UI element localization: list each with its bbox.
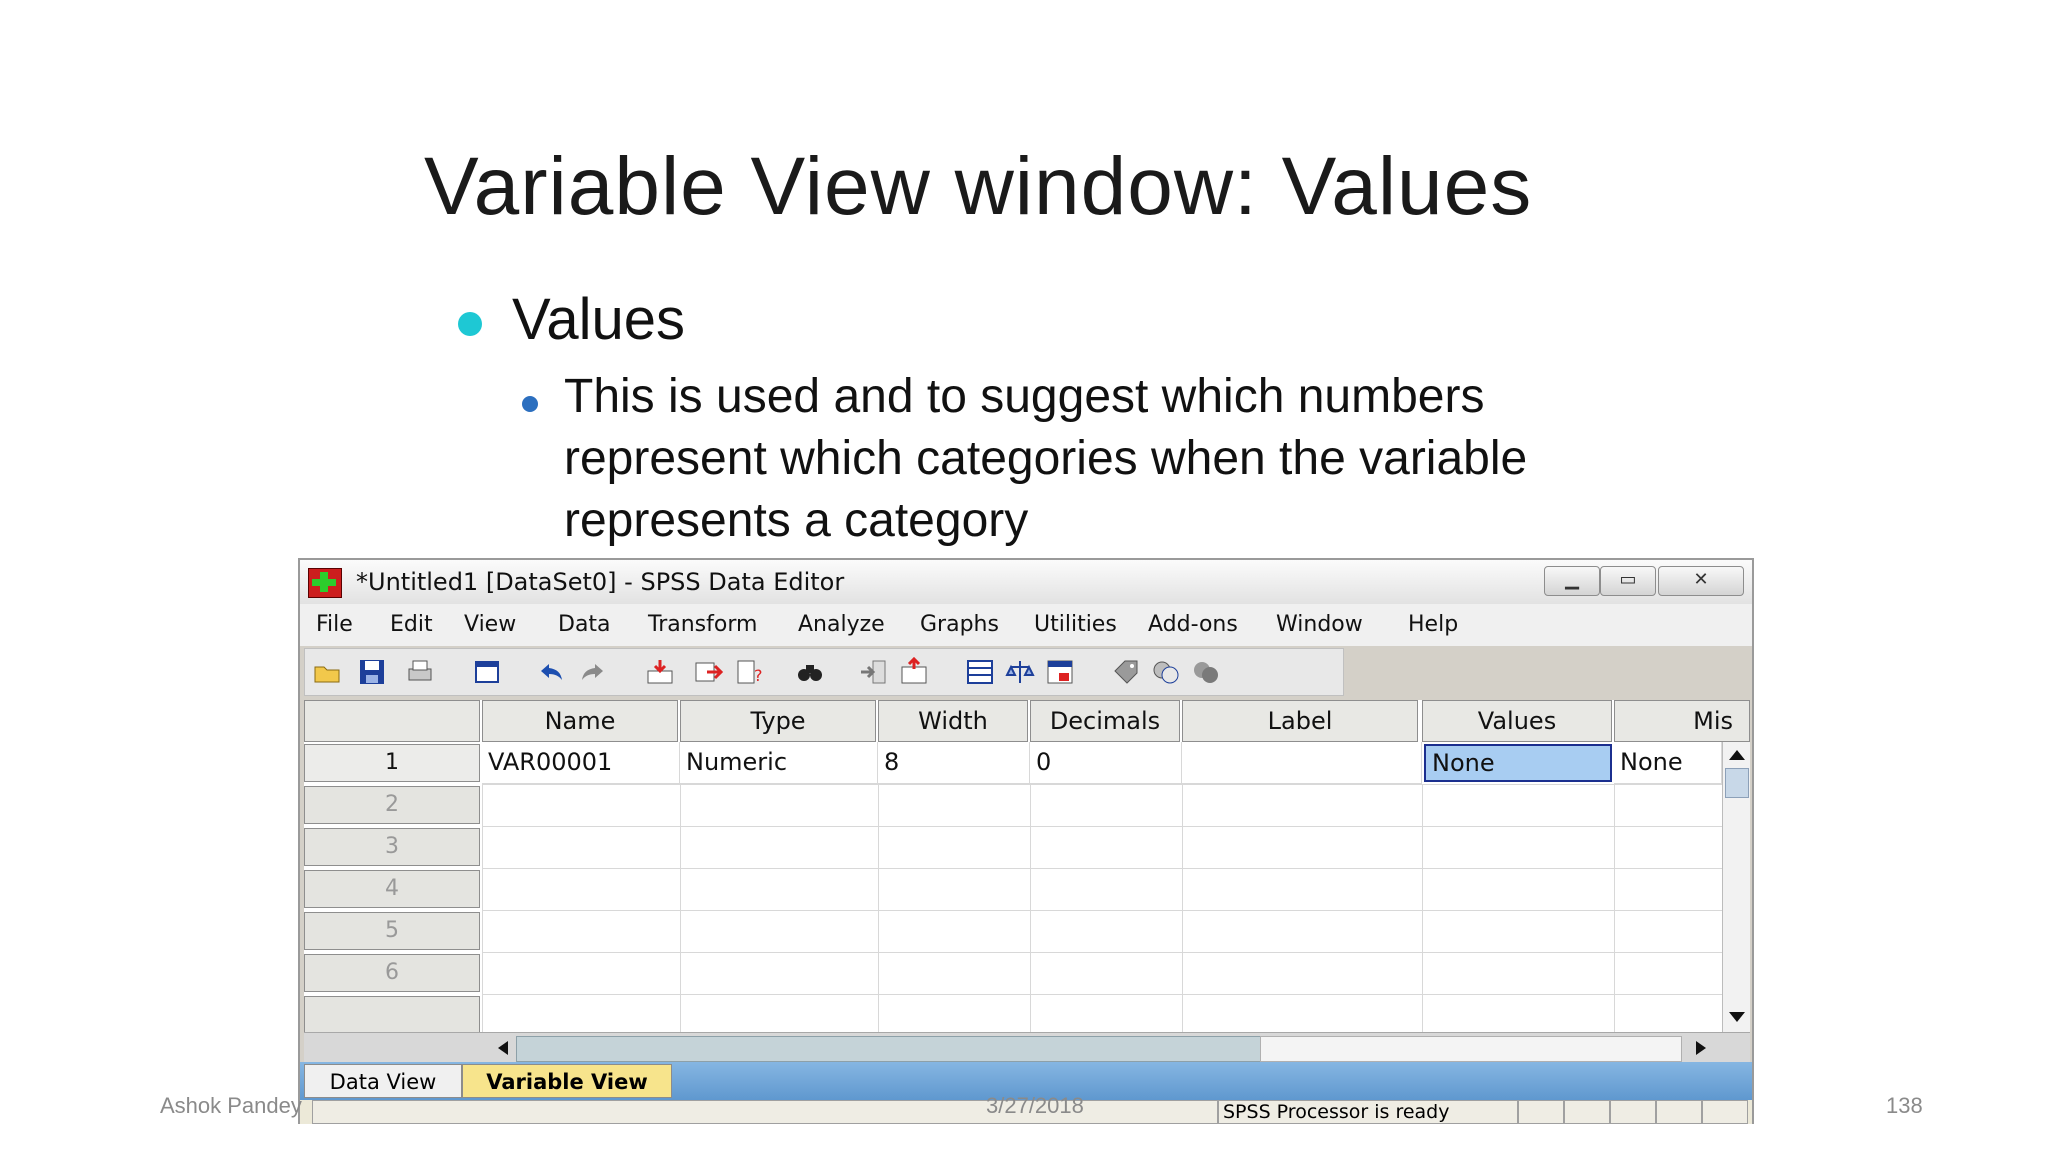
menu-bar: File Edit View Data Transform Analyze Gr…: [300, 604, 1752, 646]
value-labels-icon[interactable]: [1111, 657, 1141, 687]
weight-cases-icon[interactable]: [1005, 657, 1035, 687]
menu-edit[interactable]: Edit: [390, 612, 433, 637]
status-cell: [1518, 1100, 1564, 1124]
footer-page-number: 138: [1886, 1093, 1923, 1118]
horizontal-scroll-track[interactable]: [1260, 1036, 1682, 1062]
select-cases-icon[interactable]: [1045, 657, 1075, 687]
tab-data-view[interactable]: Data View: [304, 1064, 462, 1098]
col-divider: [1614, 784, 1615, 1032]
row-header-5[interactable]: 5: [304, 912, 480, 950]
show-all-icon[interactable]: [1191, 657, 1221, 687]
insert-variable-icon[interactable]: [693, 657, 723, 687]
maximize-button[interactable]: ▭: [1600, 566, 1656, 596]
col-divider: [1030, 784, 1031, 1032]
toolbar: ?: [304, 648, 1344, 696]
status-cell: [1610, 1100, 1656, 1124]
col-header-decimals[interactable]: Decimals: [1030, 700, 1180, 742]
col-divider: [1182, 784, 1183, 1032]
status-processor: SPSS Processor is ready: [1218, 1100, 1518, 1124]
footer-date: 3/27/2018: [986, 1093, 1084, 1118]
scroll-down-icon[interactable]: [1727, 1008, 1747, 1026]
sub-bullet-dot-icon: [522, 396, 538, 412]
horizontal-scroll-thumb[interactable]: [516, 1036, 1262, 1062]
minimize-button[interactable]: ▁: [1544, 566, 1600, 596]
status-cell: [1656, 1100, 1702, 1124]
col-divider: [1422, 784, 1423, 1032]
bullet-level-2-text: This is used and to suggest which number…: [564, 370, 1528, 547]
menu-help[interactable]: Help: [1408, 612, 1458, 637]
insert-case-icon[interactable]: [899, 657, 929, 687]
row-header-6[interactable]: 6: [304, 954, 480, 992]
find-icon[interactable]: [795, 657, 825, 687]
row-header-1[interactable]: 1: [304, 744, 480, 782]
cell-label[interactable]: [1182, 742, 1422, 784]
col-divider: [878, 784, 879, 1032]
spss-data-editor-window: *Untitled1 [DataSet0] - SPSS Data Editor…: [298, 558, 1754, 1124]
status-cell: [1702, 1100, 1748, 1124]
col-header-type[interactable]: Type: [680, 700, 876, 742]
col-header-values[interactable]: Values: [1422, 700, 1612, 742]
empty-grid-area[interactable]: [482, 784, 1722, 1032]
grid-corner: [304, 700, 480, 742]
menu-analyze[interactable]: Analyze: [798, 612, 885, 637]
open-folder-icon[interactable]: [313, 657, 343, 687]
cell-width[interactable]: 8: [878, 742, 1030, 784]
tab-variable-view[interactable]: Variable View: [462, 1064, 672, 1098]
goto-case-icon[interactable]: [645, 657, 675, 687]
menu-file[interactable]: File: [316, 612, 353, 637]
vertical-scrollbar[interactable]: [1722, 742, 1750, 1032]
window-title: *Untitled1 [DataSet0] - SPSS Data Editor: [356, 568, 845, 596]
redo-icon[interactable]: [577, 657, 607, 687]
svg-text:?: ?: [754, 666, 763, 685]
scroll-up-icon[interactable]: [1727, 746, 1747, 764]
col-header-missing[interactable]: Mis: [1614, 700, 1750, 742]
col-header-name[interactable]: Name: [482, 700, 678, 742]
menu-add-ons[interactable]: Add-ons: [1148, 612, 1238, 637]
split-file-icon[interactable]: [965, 657, 995, 687]
variables-icon[interactable]: ?: [735, 657, 765, 687]
col-header-label[interactable]: Label: [1182, 700, 1418, 742]
horizontal-scrollbar[interactable]: [304, 1032, 1750, 1063]
cell-missing[interactable]: None: [1614, 742, 1722, 784]
row-header-partial: [304, 996, 480, 1032]
menu-data[interactable]: Data: [558, 612, 611, 637]
use-sets-icon[interactable]: [1151, 657, 1181, 687]
row-header-4[interactable]: 4: [304, 870, 480, 908]
variable-grid: Name Type Width Decimals Label Values Mi…: [304, 700, 1750, 1032]
cell-decimals[interactable]: 0: [1030, 742, 1182, 784]
insert-cases-icon[interactable]: [859, 657, 889, 687]
vertical-scroll-thumb[interactable]: [1725, 768, 1749, 798]
menu-utilities[interactable]: Utilities: [1034, 612, 1117, 637]
cell-name[interactable]: VAR00001: [482, 742, 680, 784]
menu-window[interactable]: Window: [1276, 612, 1363, 637]
slide-title: Variable View window: Values: [424, 141, 1533, 232]
status-cell: [1564, 1100, 1610, 1124]
cell-values-selected[interactable]: None: [1424, 744, 1612, 782]
col-divider: [680, 784, 681, 1032]
scroll-left-icon[interactable]: [494, 1039, 512, 1057]
spss-app-icon: [308, 568, 342, 598]
menu-transform[interactable]: Transform: [648, 612, 757, 637]
row-header-2[interactable]: 2: [304, 786, 480, 824]
undo-icon[interactable]: [537, 657, 567, 687]
dialog-recall-icon[interactable]: [473, 657, 503, 687]
menu-view[interactable]: View: [464, 612, 516, 637]
save-icon[interactable]: [357, 657, 387, 687]
scroll-right-icon[interactable]: [1692, 1039, 1710, 1057]
title-bar[interactable]: *Untitled1 [DataSet0] - SPSS Data Editor…: [300, 560, 1752, 605]
close-button[interactable]: ✕: [1658, 566, 1744, 596]
cell-type[interactable]: Numeric: [680, 742, 878, 784]
print-icon[interactable]: [405, 657, 435, 687]
menu-graphs[interactable]: Graphs: [920, 612, 999, 637]
bullet-dot-icon: [458, 312, 482, 336]
bullet-level-1-text: Values: [512, 287, 686, 352]
footer-author: Ashok Pandey: [160, 1093, 302, 1118]
row-header-3[interactable]: 3: [304, 828, 480, 866]
col-header-width[interactable]: Width: [878, 700, 1028, 742]
